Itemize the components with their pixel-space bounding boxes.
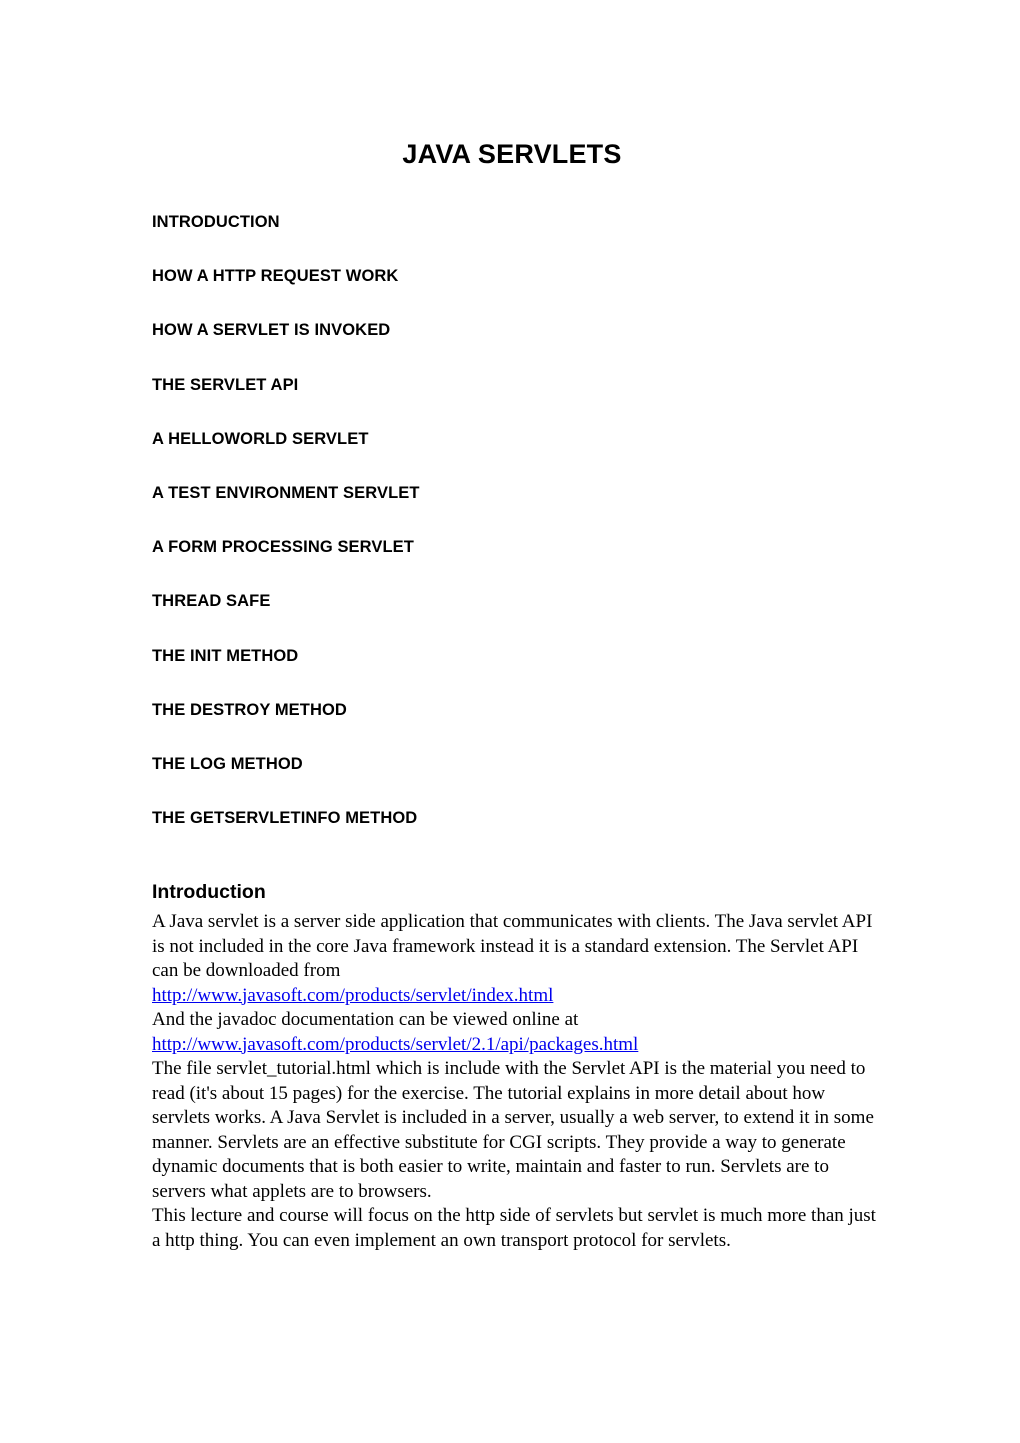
toc-item-the-init-method[interactable]: THE INIT METHOD [152, 646, 872, 700]
toc-item-thread-safe[interactable]: THREAD SAFE [152, 591, 872, 645]
page-title: JAVA SERVLETS [402, 139, 622, 169]
toc-item-a-helloworld-servlet[interactable]: A HELLOWORLD SERVLET [152, 429, 872, 483]
toc-item-a-form-processing-servlet[interactable]: A FORM PROCESSING SERVLET [152, 537, 872, 591]
toc-item-the-destroy-method[interactable]: THE DESTROY METHOD [152, 700, 872, 754]
toc-item-the-log-method[interactable]: THE LOG METHOD [152, 754, 872, 808]
toc-item-how-a-http-request-work[interactable]: HOW A HTTP REQUEST WORK [152, 266, 872, 320]
introduction-paragraph-4: This lecture and course will focus on th… [152, 1205, 876, 1251]
introduction-paragraph-2-text: And the javadoc documentation can be vie… [152, 1009, 579, 1030]
table-of-contents: INTRODUCTION HOW A HTTP REQUEST WORK HOW… [152, 212, 872, 862]
toc-item-how-a-servlet-is-invoked[interactable]: HOW A SERVLET IS INVOKED [152, 320, 872, 374]
toc-item-the-getservletinfo-method[interactable]: THE GETSERVLETINFO METHOD [152, 808, 872, 862]
javadoc-packages-link[interactable]: http://www.javasoft.com/products/servlet… [152, 1033, 638, 1058]
introduction-paragraph-3-text: The file servlet_tutorial.html which is … [152, 1058, 874, 1202]
toc-item-the-servlet-api[interactable]: THE SERVLET API [152, 375, 872, 429]
introduction-body: A Java servlet is a server side applicat… [152, 910, 878, 1253]
introduction-paragraph-1-text: A Java servlet is a server side applicat… [152, 911, 873, 981]
document-page: JAVA SERVLETS INTRODUCTION HOW A HTTP RE… [0, 0, 1020, 1443]
toc-item-a-test-environment-servlet[interactable]: A TEST ENVIRONMENT SERVLET [152, 483, 872, 537]
section-heading-introduction: Introduction [152, 881, 266, 903]
servlet-api-download-link[interactable]: http://www.javasoft.com/products/servlet… [152, 984, 553, 1009]
toc-item-introduction[interactable]: INTRODUCTION [152, 212, 872, 266]
introduction-paragraph-1: A Java servlet is a server side applicat… [152, 910, 878, 1204]
